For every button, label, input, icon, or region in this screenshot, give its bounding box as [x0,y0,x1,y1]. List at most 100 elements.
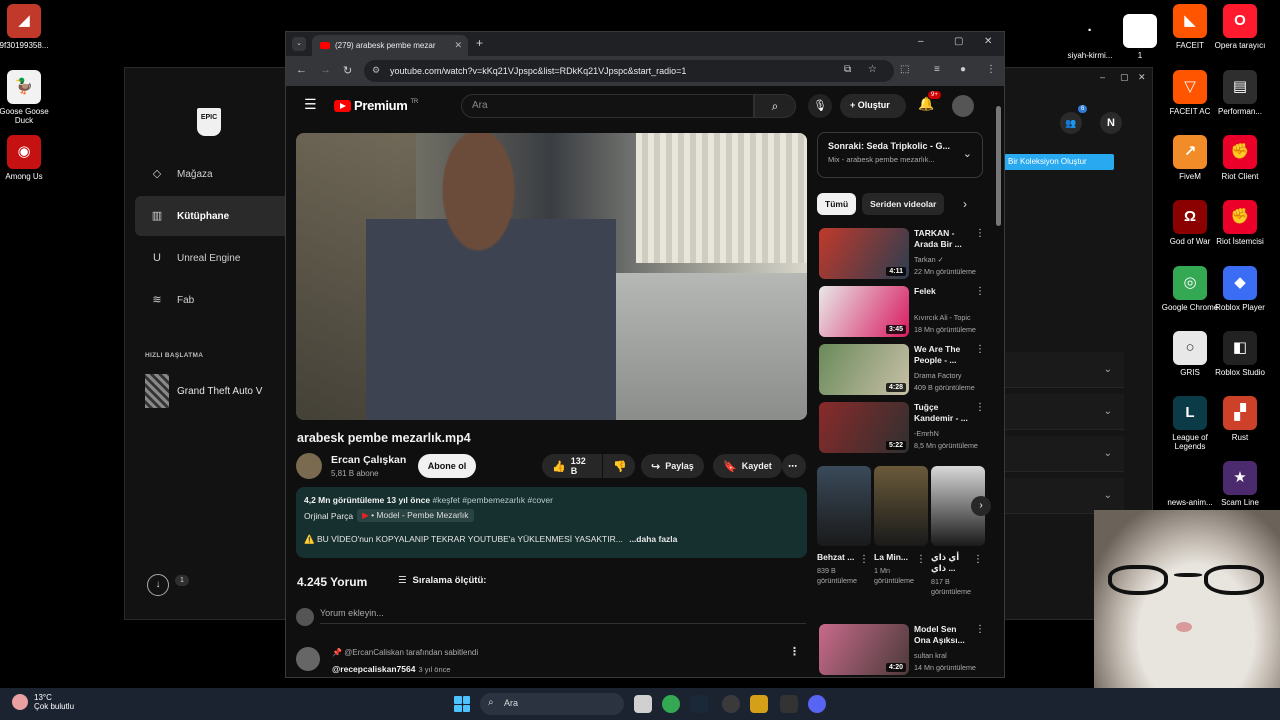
desktop-icon[interactable]: ✊ Riot İstemcisi [1210,200,1270,246]
save-button[interactable]: 🔖 Kaydet [713,454,782,478]
video-thumbnail[interactable]: 3:45 [819,286,909,337]
comment-author[interactable]: @recepcaliskan7564 3 yıl önce [332,664,451,674]
more-icon[interactable]: ⋮ [916,554,926,565]
site-info-icon[interactable]: ⚙ [372,65,380,76]
steam-icon[interactable] [690,695,708,713]
video-title[interactable]: Tuğçe Kandemir - ... [914,402,974,424]
profile-icon[interactable]: ● [960,64,966,75]
close-icon[interactable]: ✕ [984,36,992,47]
desktop-icon[interactable]: ◧ Roblox Studio [1210,331,1270,377]
download-icon[interactable]: ↓ [147,574,169,596]
close-icon[interactable]: ✕ [1138,72,1146,83]
short-item[interactable]: أي ذاي ذاي ... 817 B görüntüleme ⋮ [931,466,985,597]
subscribe-button[interactable]: Abone ol [418,454,476,478]
short-thumbnail[interactable] [874,466,928,546]
epic-nav-store[interactable]: ◇ Mağaza [135,154,287,194]
media-icon[interactable]: ≡ [934,64,940,75]
chevron-right-icon[interactable]: › [971,496,991,516]
more-icon[interactable]: ⋮ [975,624,985,635]
minimize-icon[interactable]: – [918,36,924,47]
chevron-right-icon[interactable]: › [963,197,967,211]
epic-nav-fab[interactable]: ≋ Fab [135,280,287,320]
epic-games-icon[interactable] [780,695,798,713]
forward-icon[interactable]: → [320,64,331,76]
list-row[interactable]: ⌄ [1004,478,1124,514]
short-item[interactable]: Behzat ... 839 B görüntüleme ⋮ [817,466,871,586]
channel-avatar[interactable] [296,453,322,479]
list-row[interactable]: ⌄ [1004,394,1124,430]
recommended-video[interactable]: 4:20 Model Sen Ona Aşıksı... sultan kral… [819,624,985,676]
back-icon[interactable]: ← [296,64,307,76]
short-item[interactable]: La Min... 1 Mn görüntüleme ⋮ [874,466,928,586]
recommended-video[interactable]: 4:28 We Are The People - ... Drama Facto… [819,344,985,396]
video-title[interactable]: Felek [914,286,974,297]
more-icon[interactable]: ⋮ [975,286,985,297]
friends-icon[interactable]: 👥 [1060,112,1082,134]
create-button[interactable]: + Oluştur [840,94,906,118]
tab-search-icon[interactable]: ⌄ [292,37,306,51]
scrollbar[interactable] [996,100,1002,670]
desc-tags[interactable]: #keşfet #pembemezarlık #cover [433,495,553,505]
chip-all[interactable]: Tümü [817,193,857,215]
comment-more-icon[interactable]: ⋮ [789,645,800,658]
like-button[interactable]: 👍 132 B [542,454,602,478]
recommended-video[interactable]: 5:22 Tuğçe Kandemir - ... -EmrhN 8,5 Mn … [819,402,985,454]
desktop-icon[interactable]: O Opera tarayıcı [1210,4,1270,50]
desktop-icon[interactable]: ▞ Rust [1210,396,1270,442]
show-more-link[interactable]: ...daha fazla [629,534,677,544]
comment-input[interactable]: Yorum ekleyin... [320,608,806,624]
video-thumbnail[interactable]: 4:20 [819,624,909,675]
taskbar-search[interactable]: ⌕ Ara [480,693,624,715]
close-tab-icon[interactable]: ✕ [454,40,462,51]
desktop-icon[interactable]: ✊ Riot Client [1210,135,1270,181]
channel-name[interactable]: -EmrhN [914,429,939,438]
desktop-icon[interactable]: ◉ Among Us [0,135,54,181]
recommended-video[interactable]: 3:45 Felek Kıvırcık Ali - Topic 18 Mn gö… [819,286,985,338]
reload-icon[interactable]: ↻ [343,64,352,77]
more-icon[interactable]: ⋮ [859,554,869,565]
more-actions-button[interactable]: ⋯ [782,454,806,478]
comment-avatar[interactable] [296,647,320,671]
list-row[interactable]: ⌄ [1004,352,1124,388]
video-thumbnail[interactable]: 5:22 [819,402,909,453]
windows-start-icon[interactable] [454,696,470,712]
channel-name[interactable]: Drama Factory [914,371,962,380]
video-title[interactable]: We Are The People - ... [914,344,974,366]
epic-nav-library[interactable]: ▥ Kütüphane [135,196,287,236]
more-icon[interactable]: ⋮ [975,402,985,413]
more-icon[interactable]: ⋮ [975,344,985,355]
weather-widget[interactable]: 13°C Çok bulutlu [12,693,74,711]
maximize-icon[interactable]: ▢ [954,36,963,47]
desktop-icon[interactable]: ★ Scam Line [1210,461,1270,507]
video-player[interactable] [296,133,807,420]
youtube-logo[interactable]: Premium TR [334,98,418,113]
github-icon[interactable] [722,695,740,713]
desktop-icon[interactable]: ◢ 9f30199358... [0,4,54,50]
video-title[interactable]: Model Sen Ona Aşıksı... [914,624,974,646]
install-icon[interactable]: ⧉ [844,64,851,75]
microphone-icon[interactable]: 🎙 [808,94,832,118]
list-row[interactable]: ⌄ [1004,436,1124,472]
avatar[interactable]: N [1100,112,1122,134]
more-icon[interactable]: ⋮ [975,228,985,239]
epic-nav-unreal[interactable]: U Unreal Engine [135,238,287,278]
task-view-icon[interactable] [634,695,652,713]
extensions-icon[interactable]: ⬚ [900,64,909,75]
desktop-icon[interactable]: ◆ Roblox Player [1210,266,1270,312]
short-title[interactable]: Behzat ... [817,552,857,563]
create-collection-button[interactable]: Bir Koleksiyon Oluştur [1004,154,1114,170]
video-thumbnail[interactable]: 4:11 [819,228,909,279]
channel-name[interactable]: sultan kral [914,651,947,660]
share-button[interactable]: ↪ Paylaş [641,454,704,478]
search-input[interactable]: Ara [461,94,754,118]
scrollbar-thumb[interactable] [996,106,1001,226]
video-description[interactable]: 4,2 Mn görüntüleme 13 yıl önce #keşfet #… [296,487,807,558]
short-thumbnail[interactable] [817,466,871,546]
short-title[interactable]: La Min... [874,552,914,563]
chevron-down-icon[interactable]: ⌄ [963,147,972,160]
desktop-icon[interactable]: 🦆 Goose Goose Duck [0,70,54,125]
quick-start-game[interactable]: Grand Theft Auto V [145,374,262,408]
desktop-icon[interactable]: ▤ Performan... [1210,70,1270,116]
search-icon[interactable]: ⌕ [754,94,796,118]
more-icon[interactable]: ⋮ [973,554,983,565]
